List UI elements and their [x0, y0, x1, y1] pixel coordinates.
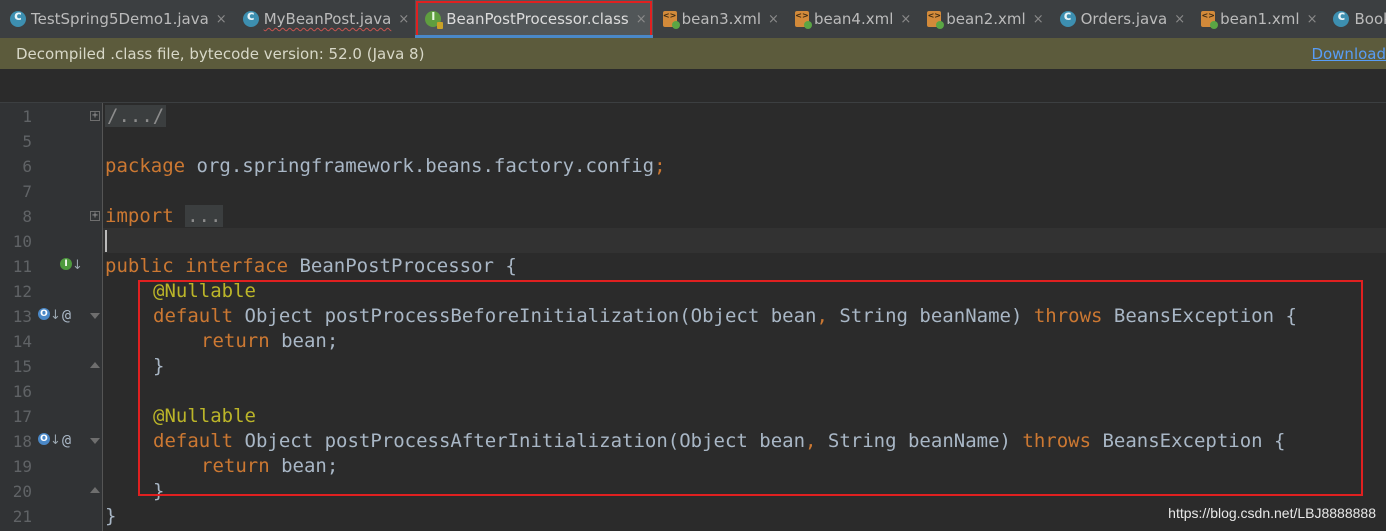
watermark-url: https://blog.csdn.net/LBJ8888888 — [1168, 505, 1376, 521]
xml-icon — [1201, 11, 1219, 29]
keyword-public: public — [105, 255, 174, 277]
overridden-by-icon-1[interactable]: O — [38, 308, 50, 320]
decompiled-notification-banner: Decompiled .class file, bytecode version… — [0, 38, 1386, 69]
tab-testspring5demo1-java[interactable]: TestSpring5Demo1.java × — [0, 0, 233, 38]
close-icon[interactable]: × — [768, 12, 779, 27]
annotation-at-icon: @ — [62, 306, 72, 324]
tab-label: MyBeanPost.java — [263, 10, 392, 28]
line-number: 20 — [12, 482, 32, 501]
tab-bean3-xml[interactable]: bean3.xml × — [653, 0, 785, 38]
overridden-method-icon: O — [38, 433, 50, 445]
fold-end-icon[interactable] — [90, 362, 100, 368]
tab-bean2-xml[interactable]: bean2.xml × — [917, 0, 1049, 38]
text-caret — [105, 230, 107, 252]
keyword-package: package — [105, 155, 186, 177]
overridden-by-icon-2[interactable]: O — [38, 433, 50, 445]
line-number: 15 — [12, 357, 32, 376]
arrow-down-icon: ↓ — [50, 308, 61, 323]
arrow-down-icon: ↓ — [72, 258, 83, 273]
package-name: org.springframework.beans.factory.config — [185, 155, 655, 177]
close-icon[interactable]: × — [1033, 12, 1044, 27]
tab-label: bean1.xml — [1220, 10, 1300, 28]
tab-label: bean3.xml — [681, 10, 762, 28]
tab-label: TestSpring5Demo1.java — [31, 10, 209, 28]
line-number: 5 — [22, 132, 32, 151]
fold-expand-icon[interactable]: + — [90, 111, 100, 121]
tab-label: bean2.xml — [946, 10, 1026, 28]
tab-mybeanpost-java[interactable]: MyBeanPost.java × — [233, 0, 416, 38]
line-number: 13 — [12, 307, 32, 326]
fold-collapse-icon[interactable] — [90, 438, 100, 444]
close-icon[interactable]: × — [216, 12, 227, 27]
close-icon[interactable]: × — [636, 12, 647, 27]
class-icon — [242, 9, 259, 27]
line-number: 7 — [22, 182, 32, 201]
download-sources-link[interactable]: Download — [1311, 45, 1386, 63]
interface-icon — [425, 10, 444, 29]
xml-icon — [794, 11, 812, 29]
gutter-border — [102, 103, 103, 531]
xml-icon — [662, 11, 680, 29]
semicolon: ; — [654, 155, 666, 177]
code-line-1[interactable]: /.../ — [105, 104, 167, 129]
interface-declaration: BeanPostProcessor { — [288, 255, 517, 277]
line-number: 6 — [22, 157, 32, 176]
close-icon[interactable]: × — [1174, 12, 1185, 27]
fold-end-icon[interactable] — [90, 487, 100, 493]
tab-label: Orders.java — [1080, 10, 1168, 28]
arrow-down-icon: ↓ — [50, 433, 61, 448]
line-number: 18 — [12, 432, 32, 451]
close-icon[interactable]: × — [1307, 12, 1318, 27]
tab-bean4-xml[interactable]: bean4.xml × — [785, 0, 917, 38]
methods-highlight-box — [138, 280, 1363, 496]
code-line-8[interactable]: import ... — [105, 204, 224, 229]
banner-message: Decompiled .class file, bytecode version… — [16, 44, 425, 63]
tab-label: bean4.xml — [813, 10, 894, 28]
line-number: 16 — [12, 382, 32, 401]
fold-expand-icon[interactable]: + — [90, 211, 100, 221]
closing-brace: } — [105, 505, 117, 527]
current-line-highlight — [103, 228, 1386, 253]
line-number: 21 — [12, 507, 32, 526]
close-icon[interactable]: × — [398, 12, 409, 27]
interface-implemented-icon: I — [60, 258, 72, 270]
editor-tab-bar: TestSpring5Demo1.java×MyBeanPost.java×Be… — [0, 0, 1386, 39]
code-line-6[interactable]: package org.springframework.beans.factor… — [105, 154, 666, 179]
fold-collapse-icon[interactable] — [90, 313, 100, 319]
tab-beanpostprocessor-class[interactable]: BeanPostProcessor.class × — [415, 0, 654, 38]
line-number: 11 — [12, 257, 32, 276]
tab-orders-java[interactable]: Orders.java × — [1050, 0, 1192, 38]
keyword-import: import — [105, 205, 174, 227]
code-line-21[interactable]: } — [105, 504, 116, 529]
class-icon — [1059, 9, 1076, 27]
close-icon[interactable]: × — [900, 12, 911, 27]
code-line-11[interactable]: public interface BeanPostProcessor { — [105, 254, 517, 279]
implemented-by-icon[interactable]: I — [60, 258, 72, 270]
line-number: 1 — [22, 107, 32, 126]
line-number: 8 — [22, 207, 32, 226]
folded-header-comment[interactable]: /.../ — [105, 105, 167, 127]
tab-bean1-xml[interactable]: bean1.xml × — [1191, 0, 1323, 38]
keyword-interface: interface — [185, 255, 289, 277]
line-number: 14 — [12, 332, 32, 351]
xml-icon — [927, 11, 945, 29]
overridden-method-icon: O — [38, 308, 50, 320]
editor-divider — [0, 102, 1386, 103]
line-number: 19 — [12, 457, 32, 476]
tab-book[interactable]: Book — [1323, 0, 1386, 38]
editor-top-spacer — [0, 69, 1386, 103]
class-icon — [1333, 9, 1350, 27]
line-number: 17 — [12, 407, 32, 426]
folded-imports[interactable]: ... — [185, 205, 224, 227]
annotation-at-icon: @ — [62, 431, 72, 449]
class-icon — [10, 9, 26, 27]
line-number: 10 — [12, 232, 32, 251]
line-number: 12 — [12, 282, 32, 301]
tab-label: Book — [1354, 10, 1386, 28]
tab-label: BeanPostProcessor.class — [446, 10, 629, 28]
